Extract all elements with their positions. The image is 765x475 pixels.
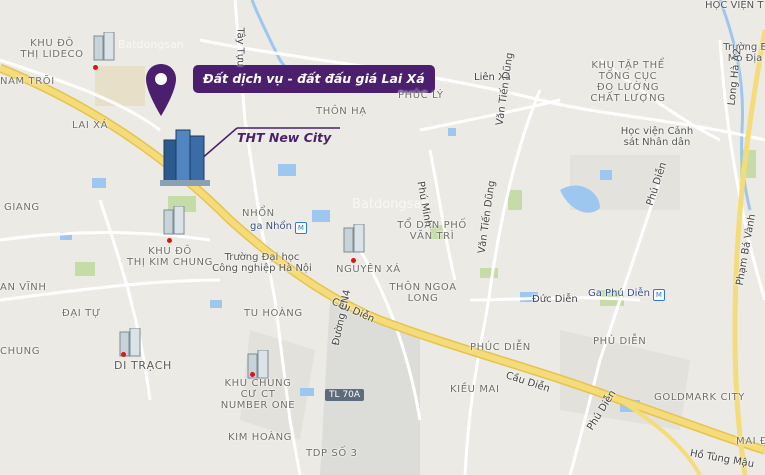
project-label[interactable]: THT New City: [237, 130, 331, 145]
station-label: Ga Phú Diễn: [588, 288, 650, 299]
area-label: ĐẠI TỰ: [62, 308, 102, 319]
apartment-building-icon: [93, 32, 115, 61]
train-icon: M: [652, 289, 665, 301]
map-view[interactable]: Batdongsan Batdongsan Đất dịch vụ - đất …: [0, 0, 765, 475]
road-shield: TL 70A: [325, 389, 364, 401]
area-label: MAI Đ: [736, 436, 765, 447]
area-label: PHÚC DIỄN: [470, 342, 531, 353]
area-label: LAI XÁ: [72, 120, 109, 131]
area-label: CHUNG: [0, 346, 41, 357]
location-dot: [93, 65, 98, 70]
area-label: PHÚC LÝ: [398, 90, 444, 101]
area-label: THÔN HẠ: [316, 106, 367, 117]
area-label: TDP SỐ 3: [306, 448, 358, 459]
area-label: NAM TRÕI: [0, 76, 55, 87]
area-label: KHU CHUNG CƯ CT NUMBER ONE: [220, 378, 296, 411]
tht-tower-icon: [160, 129, 210, 186]
area-label: DI TRẠCH: [114, 359, 172, 372]
area-label: KIỀU MAI: [450, 384, 500, 395]
poi-label: Trường E Mỏ Địa: [723, 42, 765, 64]
area-label: GIANG: [4, 202, 40, 213]
station-ga-nhon[interactable]: ga Nhổn M: [250, 221, 307, 234]
poi-label: Học viện Cảnh sát Nhân dân: [620, 126, 694, 148]
area-label: KHU ĐÔ THỊ LIDECO: [20, 38, 84, 60]
location-dot: [167, 238, 172, 243]
poi-label: HỌC VIỆN T: [705, 0, 764, 11]
road-label: Tây Tựu: [234, 27, 246, 67]
area-label: THÔN NGOA LONG: [389, 282, 457, 304]
area-label: TU HOÀNG: [244, 308, 303, 319]
area-label: KHU TẬP THỂ TỔNG CỤC ĐO LƯỜNG CHẤT LƯỢNG: [590, 60, 666, 104]
station-label: ga Nhổn: [250, 221, 292, 232]
area-label: GOLDMARK CITY: [654, 392, 745, 403]
watermark-small: Batdongsan: [118, 38, 184, 51]
location-dot: [121, 352, 126, 357]
map-pin-icon[interactable]: [146, 64, 176, 118]
location-dot: [250, 372, 255, 377]
apartment-building-icon: [343, 224, 365, 253]
road-label: Đức Diễn: [532, 294, 578, 305]
area-label: KHU ĐÔ THỊ KIM CHUNG: [127, 246, 213, 268]
poi-label: Trường Đại học Công nghiệp Hà Nội: [212, 252, 312, 274]
area-label: NHỔN: [242, 208, 275, 219]
station-ga-phu-dien[interactable]: Ga Phú Diễn M: [588, 288, 665, 301]
apartment-building-icon: [163, 206, 185, 235]
area-label: PHÚ DIỄN: [593, 336, 647, 347]
location-callout[interactable]: Đất dịch vụ - đất đấu giá Lai Xá: [193, 65, 435, 93]
area-label: NGUYÊN XÁ: [336, 264, 401, 275]
location-dot: [351, 258, 356, 263]
area-label: AN VĨNH: [0, 282, 47, 293]
area-label: KIM HOÀNG: [228, 432, 292, 443]
train-icon: M: [294, 222, 307, 234]
